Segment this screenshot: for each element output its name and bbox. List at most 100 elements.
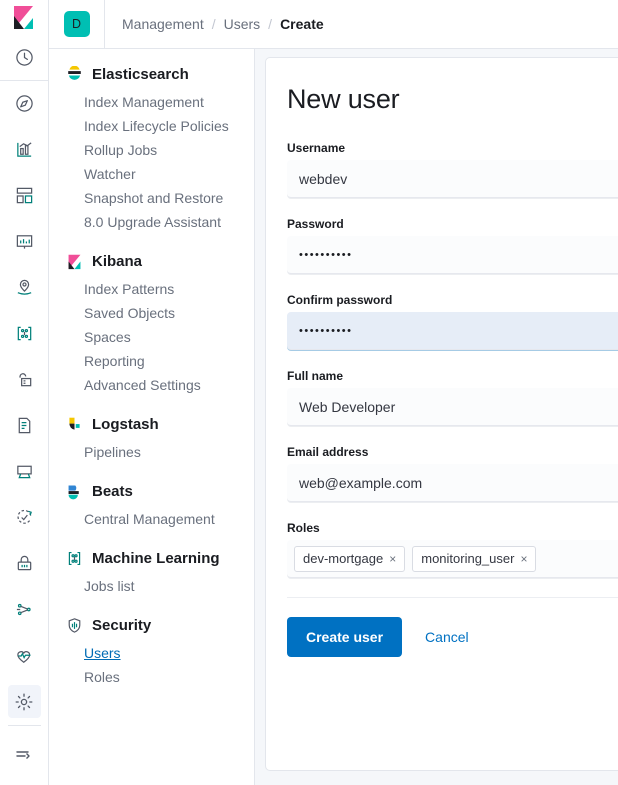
nav-item-index-management[interactable]: Index Management [49,90,254,114]
nav-gap [49,399,254,409]
full-name-input[interactable]: Web Developer [287,388,618,426]
create-user-button[interactable]: Create user [287,617,402,657]
rail-icon-recently-viewed[interactable] [8,41,41,74]
nav-item-index-patterns[interactable]: Index Patterns [49,277,254,301]
rail-icon-siem[interactable] [8,547,41,580]
nav-item-jobs-list[interactable]: Jobs list [49,574,254,598]
nav-group-elasticsearch: Elasticsearch Index Management Index Lif… [49,59,254,234]
field-username: Username webdev [287,141,618,198]
nav-item-pipelines[interactable]: Pipelines [49,440,254,464]
field-password: Password •••••••••• [287,217,618,274]
nav-gap [49,466,254,476]
field-confirm-password: Confirm password •••••••••• [287,293,618,350]
roles-combobox[interactable]: dev-mortgage × monitoring_user × × ⌄ [287,540,618,578]
machine-learning-logo-icon [66,550,83,567]
role-pill-remove-icon[interactable]: × [389,553,396,565]
rail-icon-discover[interactable] [8,87,41,120]
space-avatar[interactable]: D [64,11,90,37]
nav-group-machine-learning: Machine Learning Jobs list [49,543,254,598]
rail-icon-monitoring[interactable] [8,639,41,672]
role-pill: dev-mortgage × [294,546,405,572]
nav-group-title: Elasticsearch [92,66,189,83]
field-label-password: Password [287,217,618,231]
form-actions: Create user Cancel [287,617,618,657]
nav-item-rollup-jobs[interactable]: Rollup Jobs [49,138,254,162]
kibana-logo-icon [66,253,83,270]
nav-gap [49,533,254,543]
nav-item-advanced-settings[interactable]: Advanced Settings [49,373,254,397]
role-pill: monitoring_user × [412,546,536,572]
primary-icon-rail [0,0,49,785]
nav-item-watcher[interactable]: Watcher [49,162,254,186]
field-email: Email address web@example.com [287,445,618,502]
nav-group-title: Security [92,617,151,634]
breadcrumb-separator: / [268,16,272,32]
main-content: New user Username webdev Password ••••••… [255,49,618,785]
nav-item-reporting[interactable]: Reporting [49,349,254,373]
rail-divider [0,80,49,81]
rail-icon-collapse-nav[interactable] [8,738,41,771]
page-title: New user [287,84,618,115]
kibana-logo-icon [13,5,36,30]
rail-icon-apm[interactable] [8,455,41,488]
field-label-email: Email address [287,445,618,459]
logstash-logo-icon [66,416,83,433]
field-label-roles: Roles [287,521,618,535]
form-divider [287,597,618,598]
username-input[interactable]: webdev [287,160,618,198]
nav-item-saved-objects[interactable]: Saved Objects [49,301,254,325]
nav-item-spaces[interactable]: Spaces [49,325,254,349]
role-pill-label: dev-mortgage [303,551,383,566]
kibana-logo-button[interactable] [0,0,49,34]
role-pill-label: monitoring_user [421,551,514,566]
rail-icon-dashboard[interactable] [8,179,41,212]
nav-item-users[interactable]: Users [49,641,254,665]
confirm-password-input[interactable]: •••••••••• [287,312,618,350]
rail-icon-infrastructure[interactable] [8,363,41,396]
rail-icon-canvas[interactable] [8,225,41,258]
rail-icon-management-gear[interactable] [8,685,41,718]
nav-group-title: Logstash [92,416,159,433]
nav-item-central-management[interactable]: Central Management [49,507,254,531]
nav-group-logstash: Logstash Pipelines [49,409,254,464]
nav-item-upgrade-assistant[interactable]: 8.0 Upgrade Assistant [49,210,254,234]
rail-icon-dev-tools[interactable] [8,593,41,626]
nav-group-header-machine-learning: Machine Learning [49,543,254,574]
rail-icon-maps[interactable] [8,271,41,304]
management-sidebar: Elasticsearch Index Management Index Lif… [49,49,255,785]
nav-gap [49,236,254,246]
elasticsearch-logo-icon [66,66,83,83]
nav-group-beats: Beats Central Management [49,476,254,531]
space-selector[interactable]: D [49,0,105,49]
breadcrumb-item-management[interactable]: Management [122,16,204,32]
rail-icon-machine-learning[interactable] [8,317,41,350]
role-pill-remove-icon[interactable]: × [520,553,527,565]
beats-logo-icon [66,483,83,500]
rail-icon-uptime[interactable] [8,501,41,534]
nav-group-header-logstash: Logstash [49,409,254,440]
rail-icon-logs[interactable] [8,409,41,442]
breadcrumb-item-users[interactable]: Users [224,16,261,32]
cancel-button[interactable]: Cancel [425,629,469,645]
field-label-full-name: Full name [287,369,618,383]
field-full-name: Full name Web Developer [287,369,618,426]
security-shield-logo-icon [66,617,83,634]
top-header-bar: D Management / Users / Create [49,0,618,49]
email-input[interactable]: web@example.com [287,464,618,502]
new-user-panel: New user Username webdev Password ••••••… [265,57,618,771]
rail-bottom-divider [8,725,41,726]
nav-group-header-kibana: Kibana [49,246,254,277]
nav-group-title: Machine Learning [92,550,220,567]
nav-group-title: Beats [92,483,133,500]
nav-item-snapshot-and-restore[interactable]: Snapshot and Restore [49,186,254,210]
nav-group-header-beats: Beats [49,476,254,507]
kibana-app-window: D Management / Users / Create [0,0,618,785]
nav-group-title: Kibana [92,253,142,270]
field-label-username: Username [287,141,618,155]
nav-group-header-elasticsearch: Elasticsearch [49,59,254,90]
rail-icon-visualize[interactable] [8,133,41,166]
breadcrumb-separator: / [212,16,216,32]
nav-item-roles[interactable]: Roles [49,665,254,689]
password-input[interactable]: •••••••••• [287,236,618,274]
nav-item-index-lifecycle-policies[interactable]: Index Lifecycle Policies [49,114,254,138]
